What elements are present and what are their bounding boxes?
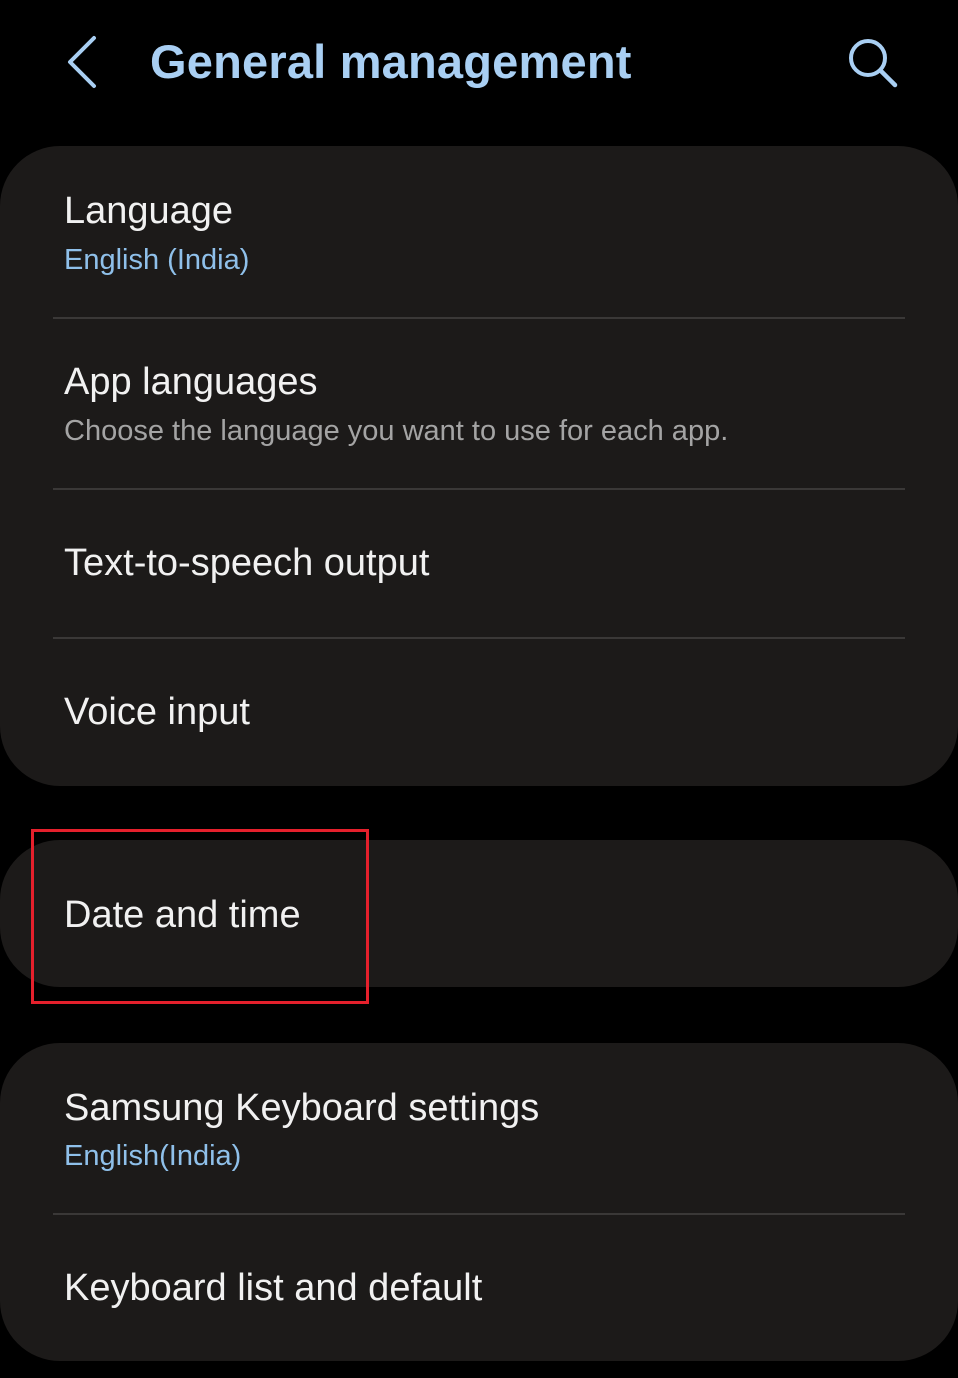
item-title: Samsung Keyboard settings (64, 1087, 540, 1129)
settings-group-keyboard: Samsung Keyboard settings English(India)… (0, 1043, 958, 1361)
list-item-voice-input[interactable]: Voice input (0, 639, 958, 786)
list-item-date-and-time[interactable]: Date and time (0, 840, 958, 987)
item-subtitle: Choose the language you want to use for … (64, 415, 729, 447)
item-title: Language (64, 190, 234, 232)
settings-group-language: Language English (India) App languages C… (0, 146, 958, 786)
search-icon (849, 39, 898, 88)
settings-group-date-time: Date and time (0, 840, 958, 987)
item-title: Keyboard list and default (64, 1267, 483, 1309)
page-title: General management (150, 35, 632, 88)
item-subtitle: English(India) (64, 1140, 242, 1172)
list-item-text-to-speech[interactable]: Text-to-speech output (0, 490, 958, 637)
item-title: Text-to-speech output (64, 542, 430, 584)
search-button[interactable] (842, 32, 902, 92)
list-item-language[interactable]: Language English (India) (0, 146, 958, 318)
chevron-left-icon (68, 36, 96, 88)
list-item-app-languages[interactable]: App languages Choose the language you wa… (0, 319, 958, 489)
list-item-samsung-keyboard[interactable]: Samsung Keyboard settings English(India) (0, 1043, 958, 1214)
item-subtitle: English (India) (64, 244, 250, 276)
item-title: App languages (64, 361, 318, 403)
list-item-keyboard-list[interactable]: Keyboard list and default (0, 1215, 958, 1361)
item-title: Date and time (64, 894, 301, 936)
back-button[interactable] (58, 30, 118, 94)
item-title: Voice input (64, 691, 250, 733)
app-header: General management (0, 0, 958, 130)
